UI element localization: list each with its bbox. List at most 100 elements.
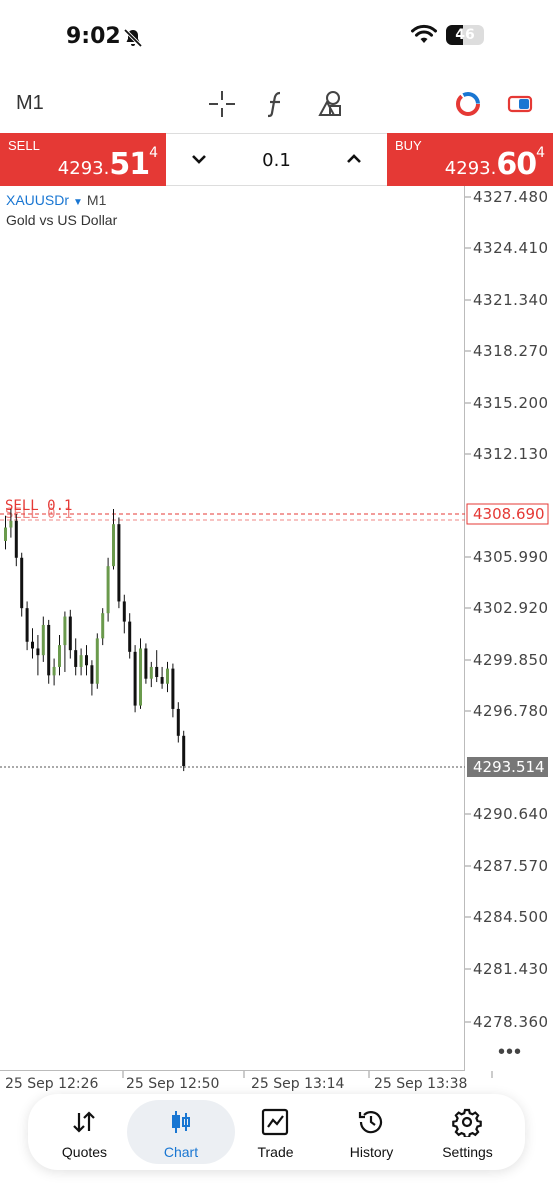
- candle-body: [176, 708, 180, 736]
- sell-price-pip: 4: [149, 145, 158, 161]
- chart-symbol[interactable]: XAUUSDr: [6, 192, 69, 208]
- y-tick-label: 4305.990: [473, 548, 549, 566]
- sell-price-big: 51: [109, 147, 150, 182]
- nav-quotes-label: Quotes: [61, 1144, 108, 1160]
- candle-body: [122, 601, 126, 622]
- candle-body: [47, 624, 51, 676]
- order-price-label: 4308.690: [473, 505, 545, 523]
- nav-settings[interactable]: Settings: [418, 1094, 517, 1170]
- buy-price-pip: 4: [536, 145, 545, 161]
- sell-button[interactable]: SELL 4293.514: [0, 133, 166, 186]
- nav-chart[interactable]: Chart: [127, 1094, 235, 1170]
- chart-description: Gold vs US Dollar: [6, 212, 118, 228]
- buy-price: 4293.604: [444, 145, 545, 182]
- y-tick-label: 4284.500: [473, 908, 549, 926]
- chart-area[interactable]: 4327.480 4324.410 4321.340 4318.270 4315.200…: [0, 186, 553, 1096]
- candle-body: [79, 655, 83, 667]
- trade-panel-icon[interactable]: [504, 88, 536, 120]
- bottom-navigation: Quotes Chart Trade History Settings: [28, 1094, 525, 1170]
- candle-body: [52, 666, 56, 676]
- candle-body: [58, 645, 61, 667]
- chart-toolbar: M1: [0, 80, 553, 128]
- crosshair-icon[interactable]: [206, 88, 238, 120]
- candle-body: [155, 666, 159, 678]
- candle-body: [112, 524, 115, 567]
- buy-price-big: 60: [496, 147, 537, 182]
- candle-body: [106, 566, 110, 614]
- buy-button[interactable]: BUY 4293.604: [387, 133, 553, 186]
- candle-body: [74, 650, 78, 667]
- candle-body: [160, 677, 164, 684]
- candle-body: [182, 735, 186, 767]
- y-tick-label: 4299.850: [473, 651, 549, 669]
- y-tick-label: 4281.430: [473, 960, 549, 978]
- battery-percent: 46: [455, 27, 475, 43]
- candle-body: [149, 666, 153, 679]
- x-tick-label: 25 Sep 13:38: [374, 1076, 467, 1092]
- buy-price-prefix: 4293.: [444, 158, 497, 179]
- candle-body: [14, 520, 18, 558]
- candle-body: [9, 520, 13, 528]
- candle-body: [68, 616, 72, 651]
- candle-body: [166, 668, 169, 684]
- order-line-label-2: SELL 0.1: [5, 506, 72, 522]
- chevron-up-icon[interactable]: [345, 150, 363, 168]
- y-tick-label: 4315.200: [473, 394, 549, 412]
- x-tick-label: 25 Sep 12:50: [126, 1076, 219, 1092]
- nav-chart-label: Chart: [163, 1144, 199, 1160]
- nav-trade-label: Trade: [257, 1144, 294, 1160]
- candle-body: [139, 648, 142, 706]
- candle-body: [101, 613, 105, 639]
- x-tick-label: 25 Sep 13:14: [251, 1076, 345, 1092]
- sell-label: SELL: [8, 138, 40, 153]
- candle-body: [128, 621, 132, 652]
- y-tick-label: 4287.570: [473, 857, 549, 875]
- candle-body: [117, 524, 121, 602]
- y-tick-label: 4312.130: [473, 445, 549, 463]
- candle-body: [90, 665, 94, 684]
- y-tick-label: 4296.780: [473, 702, 549, 720]
- candle-body: [36, 648, 40, 656]
- sell-price: 4293.514: [58, 145, 158, 182]
- y-tick-label: 4321.340: [473, 291, 549, 309]
- y-tick-label: 4278.360: [473, 1013, 549, 1031]
- status-time: 9:02: [66, 24, 121, 49]
- timeframe-button[interactable]: M1: [16, 92, 44, 115]
- candle-body: [25, 608, 29, 642]
- bell-muted-icon: [123, 28, 143, 48]
- objects-icon[interactable]: [314, 88, 346, 120]
- candlestick-chart: 4327.480 4324.410 4321.340 4318.270 4315.200…: [0, 188, 549, 1092]
- candle-body: [20, 557, 24, 609]
- y-tick-label: 4324.410: [473, 239, 549, 257]
- candle-body: [85, 655, 88, 666]
- y-tick-label: 4302.920: [473, 599, 549, 617]
- candle-body: [95, 638, 99, 684]
- nav-history[interactable]: History: [322, 1094, 421, 1170]
- one-click-trading-icon[interactable]: [452, 88, 484, 120]
- candle-body: [4, 527, 7, 541]
- candle-body: [133, 651, 137, 706]
- nav-settings-label: Settings: [442, 1144, 493, 1160]
- quotes-icon: [73, 1111, 95, 1133]
- battery-icon: 46: [446, 25, 484, 45]
- buy-label: BUY: [395, 138, 422, 153]
- one-click-trade-panel: SELL 4293.514 0.1 BUY 4293.604: [0, 133, 553, 186]
- indicators-icon[interactable]: [260, 88, 292, 120]
- chart-timeframe: M1: [86, 192, 107, 208]
- nav-trade[interactable]: Trade: [226, 1094, 325, 1170]
- candlestick-icon: [172, 1111, 190, 1133]
- history-icon: [358, 1111, 383, 1134]
- candle-body: [171, 668, 175, 709]
- chart-symbol-header[interactable]: XAUUSDr ▼ M1: [6, 192, 106, 208]
- trade-chart-icon: [261, 1108, 289, 1136]
- symbol-dropdown-icon[interactable]: ▼: [73, 197, 83, 208]
- more-icon[interactable]: •••: [498, 1041, 522, 1064]
- gear-icon: [452, 1108, 482, 1137]
- wifi-icon: [411, 24, 437, 43]
- nav-history-label: History: [349, 1144, 394, 1160]
- y-tick-label: 4318.270: [473, 342, 549, 360]
- nav-quotes[interactable]: Quotes: [35, 1094, 134, 1170]
- candle-body: [144, 648, 148, 679]
- y-tick-label: 4290.640: [473, 805, 549, 823]
- candle-body: [63, 616, 67, 646]
